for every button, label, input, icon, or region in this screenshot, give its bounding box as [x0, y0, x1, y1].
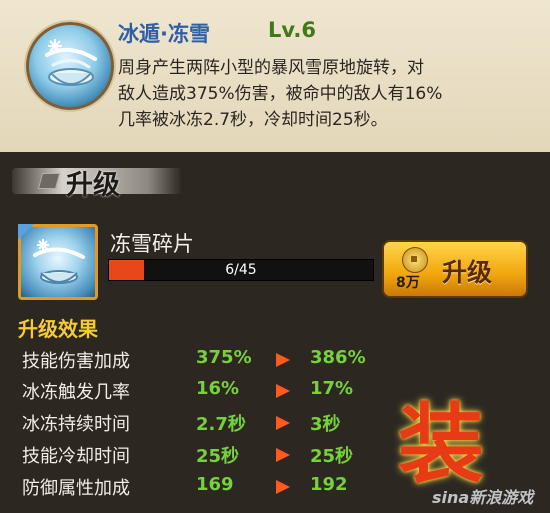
arrow-right-icon [276, 416, 290, 430]
upgrade-section-label: 升级 [66, 170, 120, 201]
skill-description-line: 周身产生两阵小型的暴风雪原地旋转，对 [118, 58, 424, 78]
site-watermark: sina新浪游戏 [432, 488, 534, 507]
upgrade-section-banner: 升级 [12, 158, 182, 202]
material-name: 冻雪碎片 [110, 232, 194, 256]
skill-info-panel: 冰遁·冻雪 Lv.6 周身产生两阵小型的暴风雪原地旋转，对 敌人造成375%伤害… [0, 0, 550, 152]
ice-fragment-icon[interactable] [18, 224, 98, 300]
skill-description-line: 敌人造成375%伤害，被命中的敌人有16% [118, 84, 443, 104]
arrow-right-icon [276, 384, 290, 398]
stat-current-value: 2.7秒 [196, 414, 246, 435]
stat-name: 冰冻触发几率 [22, 382, 130, 403]
arrow-right-icon [276, 448, 290, 462]
item-icon-art [33, 239, 85, 284]
upgrade-button-label: 升级 [442, 258, 493, 287]
arrow-right-icon [276, 353, 290, 367]
stat-row: 技能伤害加成 375% 386% [0, 345, 550, 375]
stat-next-value: 3秒 [310, 414, 341, 435]
copper-coin-icon [402, 247, 428, 273]
stat-next-value: 17% [310, 378, 354, 399]
stat-current-value: 169 [196, 474, 234, 495]
stat-next-value: 25秒 [310, 446, 354, 467]
skill-description: 周身产生两阵小型的暴风雪原地旋转，对 敌人造成375%伤害，被命中的敌人有16%… [118, 55, 538, 133]
stat-name: 技能伤害加成 [22, 351, 130, 372]
stat-name: 防御属性加成 [22, 478, 130, 499]
arrow-right-icon [276, 480, 290, 494]
stat-next-value: 192 [310, 474, 348, 495]
material-progress-bar: 6/45 [108, 259, 374, 281]
skill-title: 冰遁·冻雪 [118, 22, 210, 46]
progress-text: 6/45 [225, 262, 257, 278]
skill-icon-art [45, 39, 97, 86]
stat-name: 冰冻持续时间 [22, 414, 130, 435]
skill-level: Lv.6 [268, 18, 316, 42]
ice-snow-bowl-icon [26, 22, 114, 110]
stat-current-value: 16% [196, 378, 240, 399]
stat-current-value: 25秒 [196, 446, 240, 467]
calligraphy-glyph: 装 [398, 395, 484, 495]
skill-description-line: 几率被冰冻2.7秒，冷却时间25秒。 [118, 110, 388, 130]
stat-current-value: 375% [196, 347, 252, 368]
stat-name: 技能冷却时间 [22, 446, 130, 467]
upgrade-effects-title: 升级效果 [18, 317, 98, 341]
upgrade-cost: 8万 [396, 275, 420, 291]
stat-next-value: 386% [310, 347, 366, 368]
upgrade-button[interactable]: 8万 升级 [382, 240, 528, 298]
